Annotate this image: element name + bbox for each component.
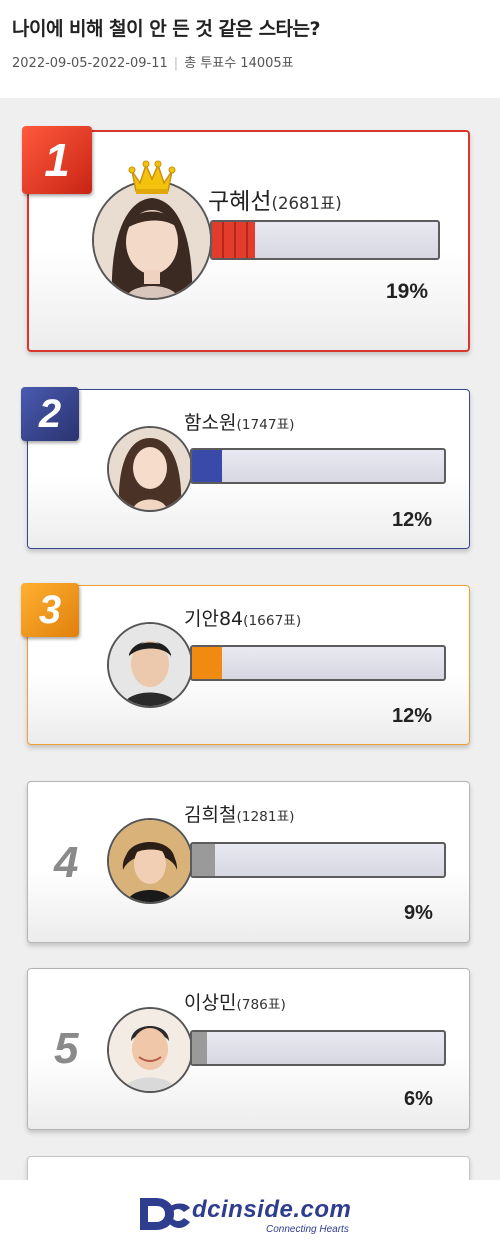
candidate-label-5: 이상민 <box>184 992 237 1014</box>
vote-bar-fill-4 <box>192 844 215 876</box>
candidate-label-2: 함소원 <box>184 412 237 434</box>
footer-tagline: Connecting Hearts <box>266 1224 349 1235</box>
avatar-5 <box>107 1007 193 1093</box>
vote-percent-5: 6% <box>404 1088 433 1110</box>
rank-badge-2: 2 <box>21 387 79 441</box>
vote-percent-1: 19% <box>386 280 429 303</box>
vote-bar-fill-2 <box>192 450 223 482</box>
vote-bar-3 <box>190 645 446 681</box>
poll-header: 나이에 비해 철이 안 든 것 같은 스타는? 2022-09-05-2022-… <box>0 0 500 98</box>
vote-percent-3: 12% <box>392 705 433 727</box>
vote-count-4: (1281표) <box>236 809 295 825</box>
portrait-1 <box>94 182 210 298</box>
portrait-4 <box>109 820 191 902</box>
vote-count-5: (786표) <box>236 997 286 1013</box>
vote-percent-4: 9% <box>404 902 433 924</box>
candidate-name-2: 함소원(1747표) <box>184 408 295 435</box>
rank-badge-1: 1 <box>22 126 92 194</box>
vote-bar-4 <box>190 842 446 878</box>
avatar-1 <box>92 180 212 300</box>
crown-icon <box>128 160 176 194</box>
vote-count-2: (1747표) <box>236 417 295 433</box>
vote-count-3: (1667표) <box>243 613 302 629</box>
vote-count-1: (2681표) <box>271 194 342 213</box>
candidate-label-3: 기안84 <box>184 608 244 630</box>
vote-percent-2: 12% <box>392 509 433 531</box>
candidate-name-3: 기안84(1667표) <box>184 604 301 631</box>
candidate-name-5: 이상민(786표) <box>184 988 286 1015</box>
vote-bar-5 <box>190 1030 446 1066</box>
poll-period: 2022-09-05-2022-09-11 <box>12 56 168 71</box>
rank-badge-3: 3 <box>21 583 79 637</box>
footer: dcinside.com Connecting Hearts <box>0 1180 500 1255</box>
vote-bar-1 <box>210 220 440 260</box>
candidate-label-1: 구혜선 <box>208 189 272 215</box>
vote-bar-fill-5 <box>192 1032 208 1064</box>
portrait-5 <box>109 1009 191 1091</box>
vote-bar-2 <box>190 448 446 484</box>
vote-bar-fill-3 <box>192 647 223 679</box>
portrait-2 <box>109 428 191 510</box>
rank-number-4: 4 <box>54 838 79 887</box>
dcinside-logo-icon <box>140 1198 190 1230</box>
avatar-4 <box>107 818 193 904</box>
vote-bar-fill-1 <box>212 222 255 258</box>
avatar-3 <box>107 622 193 708</box>
candidate-name-1: 구혜선(2681표) <box>208 182 342 216</box>
poll-title: 나이에 비해 철이 안 든 것 같은 스타는? <box>12 18 321 40</box>
poll-total-votes: 총 투표수 14005표 <box>184 56 294 71</box>
rank-number-5: 5 <box>54 1024 79 1073</box>
meta-divider: | <box>173 56 179 71</box>
avatar-2 <box>107 426 193 512</box>
footer-logo-text[interactable]: dcinside.com <box>192 1196 351 1224</box>
candidate-label-4: 김희철 <box>184 804 237 826</box>
poll-meta: 2022-09-05-2022-09-11 | 총 투표수 14005표 <box>12 52 294 71</box>
candidate-name-4: 김희철(1281표) <box>184 800 295 827</box>
portrait-3 <box>109 624 191 706</box>
